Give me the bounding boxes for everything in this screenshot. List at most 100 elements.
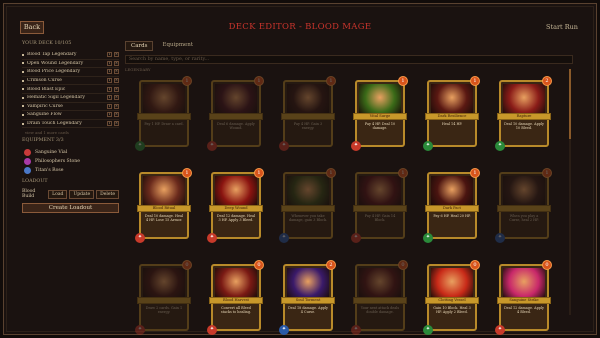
info-icon[interactable]: i	[107, 86, 112, 92]
scrollbar-thumb[interactable]	[569, 69, 571, 139]
equipment-item[interactable]: Philosophers Stone	[22, 157, 119, 166]
remove-icon[interactable]: ×	[114, 103, 119, 109]
bullet-icon	[22, 122, 24, 125]
card-type-icon: ✦	[207, 141, 217, 151]
remove-icon[interactable]: ×	[114, 78, 119, 84]
tab-bar: Cards Equipment	[125, 41, 573, 51]
deck-card-row[interactable]: Blood Price Legendary i ×	[22, 68, 119, 77]
card-type-icon: ✦	[423, 141, 433, 151]
deck-card-row[interactable]: Open Wound Legendary i ×	[22, 60, 119, 69]
card-type-icon: ✦	[279, 141, 289, 151]
remove-icon[interactable]: ×	[114, 86, 119, 92]
card-tile[interactable]: Your next attack deals double damage. 0 ✦	[351, 259, 409, 337]
card-name	[281, 113, 335, 120]
card-type-icon: ✦	[495, 233, 505, 243]
update-button[interactable]: Update	[69, 189, 95, 199]
card-tile[interactable]: Dark Pact Pay 6 HP. Heal 20 HP. 1 ✦	[423, 167, 481, 245]
info-icon[interactable]: i	[107, 52, 112, 58]
card-tile[interactable]: Vital Surge Pay 4 HP. Deal 10 damage. 1 ✦	[351, 75, 409, 153]
card-tile[interactable]: Whenever you take damage, gain 3 Block. 1…	[279, 167, 337, 245]
deck-card-row[interactable]: Hematic Sigil Legendary i ×	[22, 94, 119, 103]
card-name: Blood Harvest	[209, 297, 263, 304]
card-type-icon: ✦	[423, 325, 433, 335]
card-tile[interactable]: Rapture Deal 10 damage. Apply 10 Bleed. 2 ✦	[495, 75, 553, 153]
info-icon[interactable]: i	[107, 78, 112, 84]
deck-card-label: Drain Touch Legendary	[27, 121, 82, 127]
card-name: Clotting Vessel	[425, 297, 479, 304]
energy-cost-badge: 1	[182, 168, 192, 178]
deck-card-label: Open Wound Legendary	[27, 60, 84, 66]
start-run-button[interactable]: Start Run	[546, 23, 578, 31]
info-icon[interactable]: i	[107, 69, 112, 75]
delete-button[interactable]: Delete	[96, 189, 119, 199]
bullet-icon	[22, 62, 24, 65]
info-icon[interactable]: i	[107, 121, 112, 127]
equipment-item[interactable]: Titan's Rose	[22, 166, 119, 175]
card-art	[431, 268, 473, 298]
card-tile[interactable]: Blood Harvest Convert all Bleed stacks to…	[207, 259, 265, 337]
deck-card-row[interactable]: Vampiric Curse i ×	[22, 103, 119, 112]
remove-icon[interactable]: ×	[114, 95, 119, 101]
card-type-icon: ✦	[495, 141, 505, 151]
remove-icon[interactable]: ×	[114, 121, 119, 127]
card-name	[209, 113, 263, 120]
energy-cost-badge: 1	[326, 168, 336, 178]
card-tile[interactable]: Pay 1 HP. Draw a card. 1 ✦	[135, 75, 193, 153]
deck-card-row[interactable]: Sanguine Flow i ×	[22, 111, 119, 120]
card-tile[interactable]: Deep Wound Deal 12 damage. Heal 3 HP. App…	[207, 167, 265, 245]
remove-icon[interactable]: ×	[114, 60, 119, 66]
equipment-title: EQUIPMENT 3/3	[22, 138, 64, 144]
more-cards-link[interactable]: view and 1 more cards	[25, 130, 119, 135]
info-icon[interactable]: i	[107, 60, 112, 66]
card-art	[359, 176, 401, 206]
info-icon[interactable]: i	[107, 112, 112, 118]
energy-cost-badge: 2	[542, 76, 552, 86]
card-description: Gain 10 Block. Heal 3 HP. Apply 2 Bleed.	[433, 306, 471, 315]
card-tile[interactable]: Pay 4 HP. Gain 3 energy. 1 ✦	[279, 75, 337, 153]
card-name	[137, 113, 191, 120]
card-description: Deal 12 damage. Apply 4 Bleed.	[504, 306, 544, 315]
remove-icon[interactable]: ×	[114, 112, 119, 118]
card-tile[interactable]: Clotting Vessel Gain 10 Block. Heal 3 HP.…	[423, 259, 481, 337]
card-art	[143, 268, 185, 298]
card-art	[503, 84, 545, 114]
card-art	[503, 176, 545, 206]
energy-cost-badge: 1	[254, 168, 264, 178]
card-tile[interactable]: Deal 6 damage. Apply Wound. 1 ✦	[207, 75, 265, 153]
equipment-icon	[24, 158, 31, 166]
tab-equipment[interactable]: Equipment	[157, 41, 198, 51]
info-icon[interactable]: i	[107, 103, 112, 109]
deck-card-row[interactable]: Crimson Curse i ×	[22, 77, 119, 86]
equipment-item[interactable]: Sanguine Vial	[22, 148, 119, 157]
load-button[interactable]: Load	[48, 189, 68, 199]
deck-card-row[interactable]: Blood Tap Legendary i ×	[22, 51, 119, 60]
deck-list: Blood Tap Legendary i × Open Wound Legendar…	[22, 51, 119, 129]
deck-card-row[interactable]: Blood Blast Epic i ×	[22, 85, 119, 94]
search-input[interactable]: Search by name, type, or rarity...	[125, 55, 573, 64]
card-type-icon: ✦	[279, 233, 289, 243]
create-loadout-button[interactable]: Create Loadout	[22, 203, 119, 214]
card-tile[interactable]: Draw 2 cards. Gain 1 energy. 0 ✦	[135, 259, 193, 337]
deck-card-label: Vampiric Curse	[27, 103, 63, 109]
card-tile[interactable]: Blood Ritual Deal 10 damage. Heal 4 HP. L…	[135, 167, 193, 245]
scrollbar[interactable]	[569, 69, 571, 315]
info-icon[interactable]: i	[107, 95, 112, 101]
energy-cost-badge: 1	[182, 76, 192, 86]
equipment-list: Sanguine Vial Philosophers Stone Titan's R…	[22, 148, 119, 175]
card-description: Your next attack deals double damage.	[360, 306, 400, 315]
energy-cost-badge: 1	[398, 168, 408, 178]
card-tile[interactable]: Pay 4 HP. Gain 14 Block. 1 ✦	[351, 167, 409, 245]
card-tile[interactable]: Dark Resilience Heal 14 HP. 1 ✦	[423, 75, 481, 153]
deck-card-row[interactable]: Drain Touch Legendary i ×	[22, 120, 119, 129]
remove-icon[interactable]: ×	[114, 52, 119, 58]
card-tile[interactable]: Sanguine Strike Deal 12 damage. Apply 4 B…	[495, 259, 553, 337]
card-name	[353, 297, 407, 304]
card-tile[interactable]: When you play a Curse, heal 2 HP. 1 ✦	[495, 167, 553, 245]
card-art	[143, 84, 185, 114]
loadout-row: Blood Build Load Update Delete	[22, 189, 119, 199]
tab-cards[interactable]: Cards	[125, 41, 154, 51]
card-tile[interactable]: Soul Torment Deal 18 damage. Apply 4 Curs…	[279, 259, 337, 337]
card-type-icon: ✦	[351, 141, 361, 151]
card-browser: Cards Equipment Search by name, type, or…	[125, 41, 573, 335]
remove-icon[interactable]: ×	[114, 69, 119, 75]
